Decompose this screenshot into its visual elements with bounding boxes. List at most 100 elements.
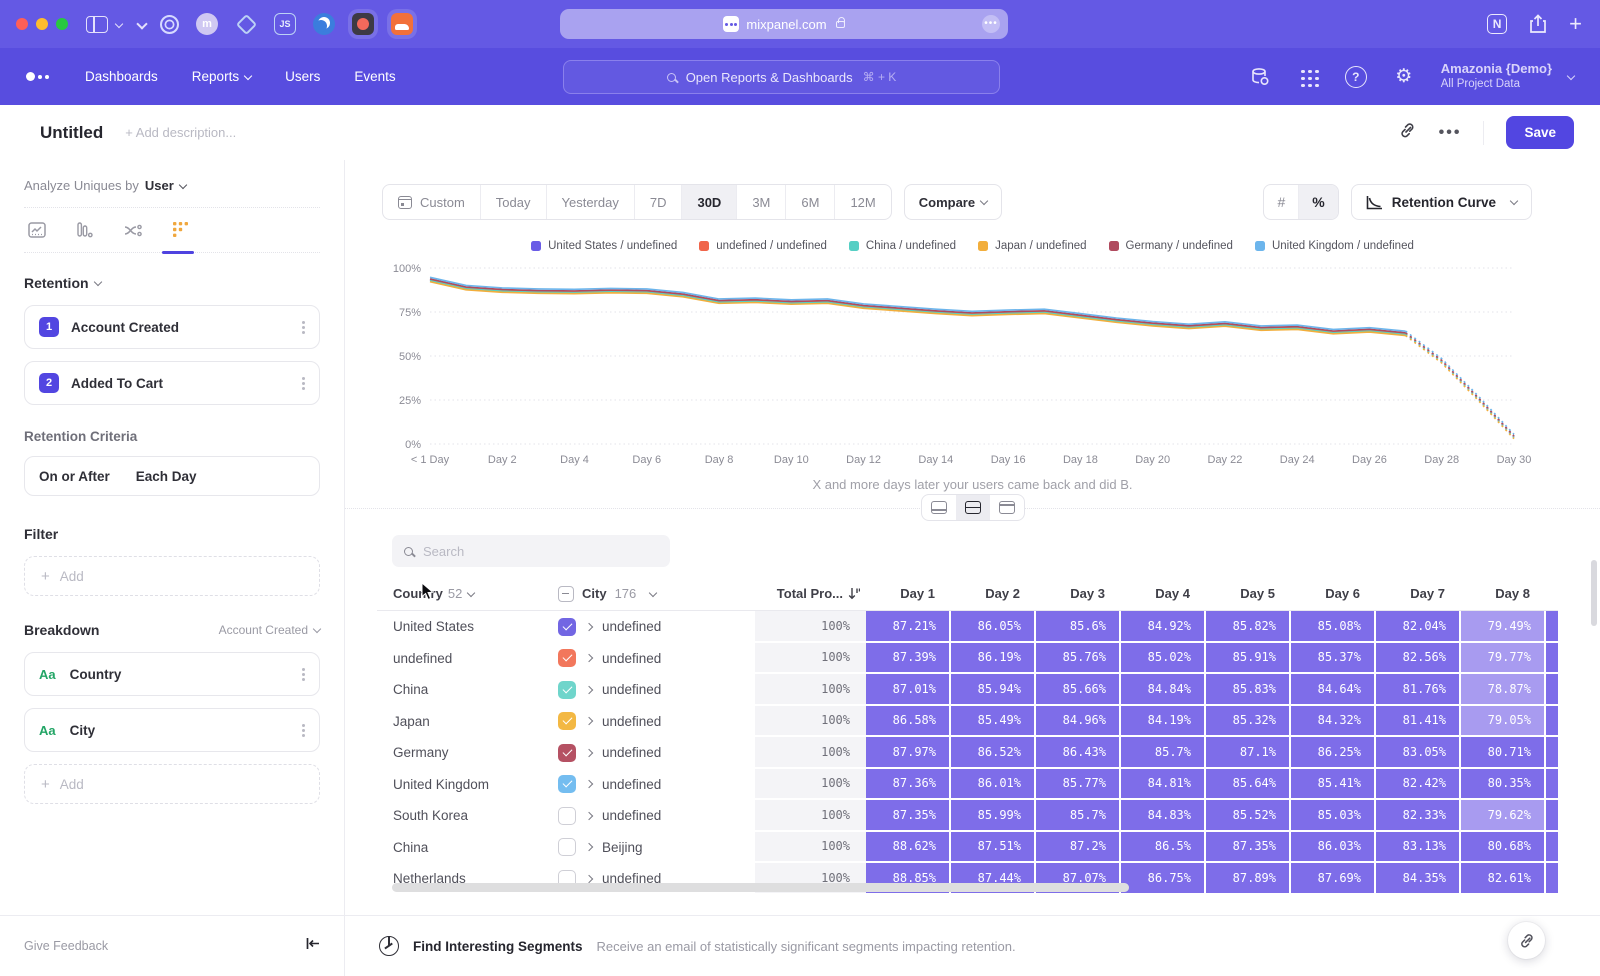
retention-value-cell[interactable]: 83.13% <box>1376 832 1461 864</box>
chart-only-view-button[interactable] <box>922 495 956 520</box>
nav-item-events[interactable]: Events <box>354 69 395 84</box>
kebab-menu-icon[interactable] <box>302 382 305 385</box>
city-cell[interactable]: undefined <box>558 769 755 801</box>
retention-value-cell[interactable]: 85.08% <box>1291 611 1376 643</box>
zoom-window-button[interactable] <box>56 18 68 30</box>
retention-value-cell[interactable]: 80.35% <box>1461 769 1546 801</box>
retention-value-cell[interactable]: 79.05% <box>1461 706 1546 738</box>
city-cell[interactable]: undefined <box>558 674 755 706</box>
collapse-sidebar-icon[interactable] <box>306 937 320 955</box>
retention-value-cell[interactable]: 85.52% <box>1206 800 1291 832</box>
date-range-today[interactable]: Today <box>481 185 547 219</box>
total-column-header[interactable]: Total Pro... <box>755 577 866 610</box>
row-checkbox[interactable] <box>558 807 576 825</box>
retention-value-cell[interactable]: 86.43% <box>1036 737 1121 769</box>
report-title[interactable]: Untitled <box>40 123 103 143</box>
more-options-button[interactable]: ••• <box>1439 124 1462 142</box>
retention-value-cell[interactable]: 85.94% <box>951 674 1036 706</box>
retention-value-cell[interactable]: 85.91% <box>1206 643 1291 675</box>
chart-type-selector[interactable]: Retention Curve <box>1351 184 1532 220</box>
day-column-header[interactable]: Day 2 <box>951 577 1036 610</box>
retention-value-cell[interactable]: 79.49% <box>1461 611 1546 643</box>
tab-funnels[interactable] <box>74 220 96 240</box>
retention-value-cell[interactable]: 85.37% <box>1291 643 1376 675</box>
back-button[interactable] <box>136 18 147 29</box>
row-checkbox-checked[interactable] <box>558 618 576 636</box>
retention-value-cell[interactable]: 84.84% <box>1121 674 1206 706</box>
row-checkbox[interactable] <box>558 838 576 856</box>
give-feedback-link[interactable]: Give Feedback <box>24 939 108 953</box>
retention-value-cell[interactable]: 84.92% <box>1121 611 1206 643</box>
legend-item[interactable]: undefined / undefined <box>699 240 827 252</box>
retention-value-cell[interactable]: 87.01% <box>866 674 951 706</box>
retention-value-cell[interactable]: 87.21% <box>866 611 951 643</box>
retention-criteria-card[interactable]: On or After Each Day <box>24 456 320 496</box>
expand-chevron-icon[interactable] <box>585 780 593 788</box>
country-cell[interactable]: undefined <box>377 643 558 675</box>
nav-item-dashboards[interactable]: Dashboards <box>85 69 158 84</box>
retention-value-cell[interactable]: 86.58% <box>866 706 951 738</box>
date-range-12m[interactable]: 12M <box>835 185 890 219</box>
expand-chevron-icon[interactable] <box>585 843 593 851</box>
retention-value-cell[interactable]: 84.81% <box>1121 769 1206 801</box>
retention-value-cell[interactable]: 85.64% <box>1206 769 1291 801</box>
country-cell[interactable]: United States <box>377 611 558 643</box>
expand-chevron-icon[interactable] <box>585 749 593 757</box>
date-range-6m[interactable]: 6M <box>786 185 835 219</box>
copy-link-icon[interactable] <box>1398 121 1417 145</box>
breakdown-card-country[interactable]: AaCountry <box>24 652 320 696</box>
city-cell[interactable]: undefined <box>558 611 755 643</box>
retention-value-cell[interactable]: 81.41% <box>1376 706 1461 738</box>
row-checkbox-checked[interactable] <box>558 649 576 667</box>
country-cell[interactable]: South Korea <box>377 800 558 832</box>
city-cell[interactable]: undefined <box>558 643 755 675</box>
retention-value-cell[interactable]: 82.56% <box>1376 643 1461 675</box>
retention-value-cell[interactable]: 85.83% <box>1206 674 1291 706</box>
address-bar[interactable]: mixpanel.com ••• <box>560 9 1008 39</box>
row-checkbox-checked[interactable] <box>558 712 576 730</box>
retention-value-cell[interactable]: 81.76% <box>1376 674 1461 706</box>
avatar-extension-icon[interactable]: m <box>196 13 218 35</box>
retention-value-cell[interactable]: 85.32% <box>1206 706 1291 738</box>
retention-value-cell[interactable]: 86.05% <box>951 611 1036 643</box>
select-all-checkbox[interactable] <box>558 586 574 602</box>
city-cell[interactable]: undefined <box>558 800 755 832</box>
day-column-header[interactable]: Day 4 <box>1121 577 1206 610</box>
save-button[interactable]: Save <box>1506 116 1574 149</box>
date-range-7d[interactable]: 7D <box>635 185 683 219</box>
day-column-header[interactable]: Day 1 <box>866 577 951 610</box>
retention-value-cell[interactable]: 87.89% <box>1206 863 1291 895</box>
retention-value-cell[interactable]: 85.99% <box>951 800 1036 832</box>
country-cell[interactable]: United Kingdom <box>377 769 558 801</box>
retention-value-cell[interactable]: 84.96% <box>1036 706 1121 738</box>
tab-flows[interactable] <box>122 220 144 240</box>
legend-item[interactable]: Japan / undefined <box>978 240 1086 252</box>
share-floating-button[interactable] <box>1508 922 1545 959</box>
retention-value-cell[interactable]: 88.62% <box>866 832 951 864</box>
city-cell[interactable]: undefined <box>558 706 755 738</box>
retention-value-cell[interactable]: 85.6% <box>1036 611 1121 643</box>
country-cell[interactable]: China <box>377 832 558 864</box>
minimize-window-button[interactable] <box>36 18 48 30</box>
retention-value-cell[interactable]: 86.5% <box>1121 832 1206 864</box>
kebab-menu-icon[interactable] <box>302 729 305 732</box>
retention-value-cell[interactable]: 87.35% <box>866 800 951 832</box>
retention-value-cell[interactable]: 87.69% <box>1291 863 1376 895</box>
absolute-toggle[interactable]: # <box>1264 185 1299 219</box>
share-icon[interactable] <box>1529 14 1547 34</box>
expand-chevron-icon[interactable] <box>585 654 593 662</box>
retention-value-cell[interactable]: 87.35% <box>1206 832 1291 864</box>
country-column-header[interactable]: Country 52 <box>377 577 558 610</box>
retention-value-cell[interactable]: 86.52% <box>951 737 1036 769</box>
retention-value-cell[interactable]: 83.05% <box>1376 737 1461 769</box>
add-description-button[interactable]: + Add description... <box>125 125 236 140</box>
retention-value-cell[interactable]: 80.71% <box>1461 737 1546 769</box>
date-range-custom[interactable]: Custom <box>383 185 481 219</box>
date-range-30d[interactable]: 30D <box>682 185 737 219</box>
add-filter-button[interactable]: +Add <box>24 556 320 596</box>
criteria-mode[interactable]: On or After <box>39 469 110 484</box>
retention-chart[interactable]: 0%25%50%75%100%< 1 DayDay 2Day 4Day 6Day… <box>392 258 1532 470</box>
expand-chevron-icon[interactable] <box>585 623 593 631</box>
retention-value-cell[interactable]: 85.66% <box>1036 674 1121 706</box>
global-search-button[interactable]: Open Reports & Dashboards ⌘ + K <box>563 60 1000 94</box>
